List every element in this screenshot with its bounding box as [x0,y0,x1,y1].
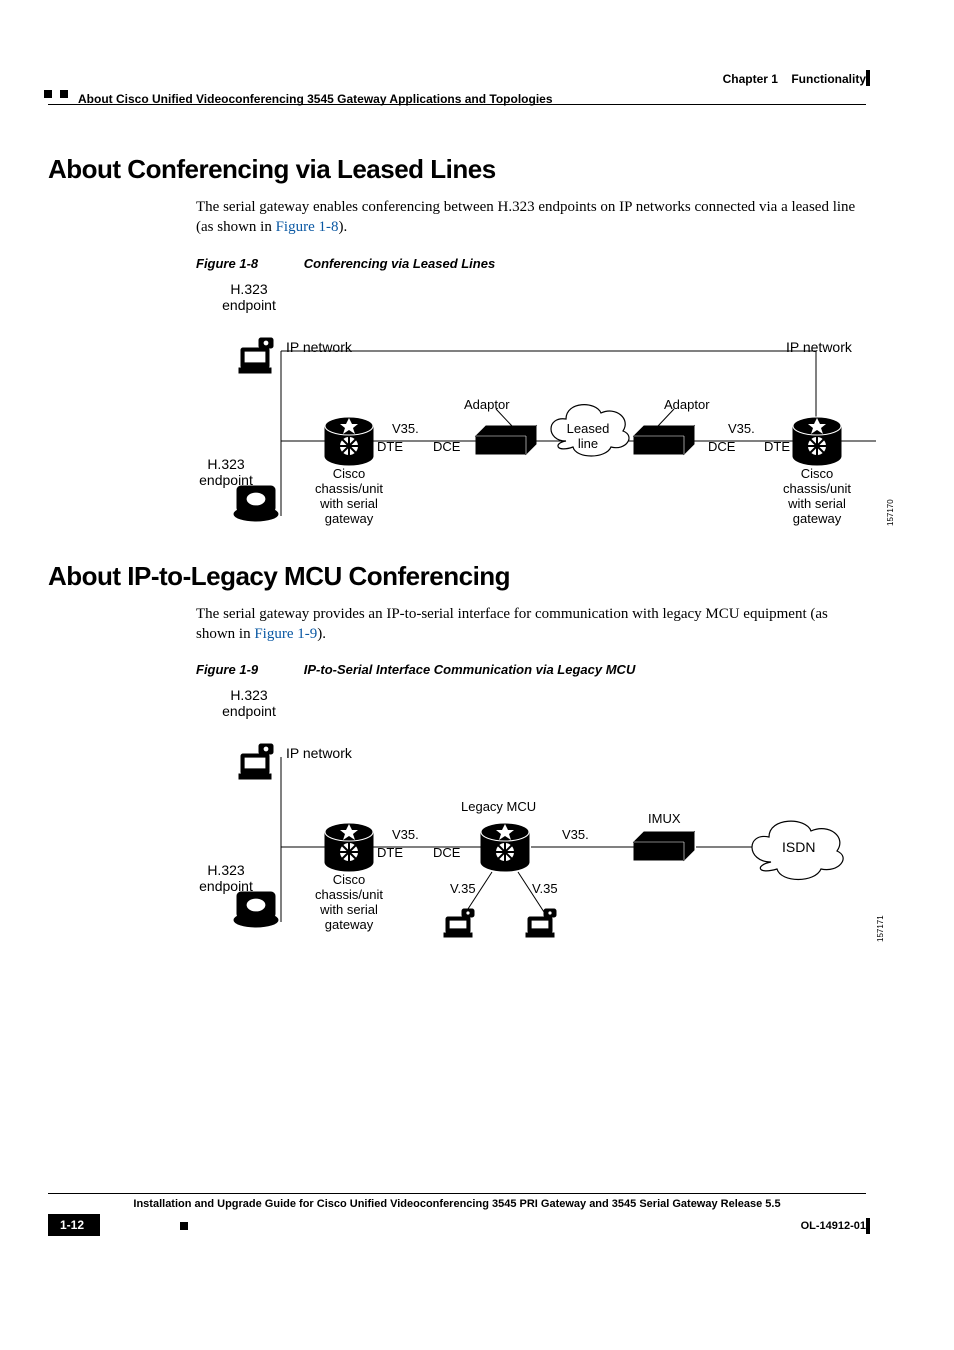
label-adaptor: Adaptor [464,397,510,412]
figure-caption: Figure 1-9 IP-to-Serial Interface Commun… [196,662,866,677]
footer-rule [48,1193,866,1194]
label-isdn: ISDN [782,839,815,855]
label-v35: V35. [392,827,419,842]
label-text: chassis/unit [315,887,383,902]
label-text: gateway [793,511,841,526]
label-text: endpoint [222,703,276,719]
page-number: 1-12 [48,1214,100,1236]
doc-number: OL-14912-01 [801,1220,866,1232]
footer-doc-title: Installation and Upgrade Guide for Cisco… [48,1198,866,1210]
figure-title: IP-to-Serial Interface Communication via… [304,662,636,677]
label-text: line [578,436,598,451]
label-h323: H.323 endpoint [214,281,284,313]
figure-link[interactable]: Figure 1-8 [276,219,339,235]
page-header: Chapter 1 Functionality About Cisco Unif… [48,72,866,102]
label-dte: DTE [377,845,403,860]
label-dte: DTE [377,439,403,454]
label-text: endpoint [199,878,253,894]
label-h323: H.323 endpoint [186,456,266,488]
label-leased-line: Leased line [558,421,618,451]
label-text: Cisco [333,466,366,481]
label-v35: V35. [562,827,589,842]
page-footer: Installation and Upgrade Guide for Cisco… [48,1193,866,1210]
figure-legacy-mcu: H.323 endpoint IP network H.323 endpoint… [196,687,866,947]
label-text: H.323 [230,281,267,297]
label-cisco-gateway: Cisco chassis/unit with serial gateway [294,466,404,526]
label-cisco-gateway: Cisco chassis/unit with serial gateway [762,466,872,526]
label-text: Cisco [333,872,366,887]
figure-link[interactable]: Figure 1-9 [254,626,317,642]
label-ipnetwork: IP network [786,339,852,355]
figure-number: Figure 1-8 [196,256,258,271]
para-text: ). [317,626,326,642]
label-text: with serial [320,902,378,917]
label-v35: V.35 [532,881,558,896]
label-text: with serial [788,496,846,511]
label-text: gateway [325,917,373,932]
label-cisco-gateway: Cisco chassis/unit with serial gateway [294,872,404,932]
label-v35: V35. [728,421,755,436]
figure-title: Conferencing via Leased Lines [304,256,495,271]
label-v35: V35. [392,421,419,436]
figure-leased-lines: H.323 endpoint IP network IP network H.3… [196,281,866,531]
label-text: chassis/unit [783,481,851,496]
label-h323: H.323 endpoint [214,687,284,719]
label-text: with serial [320,496,378,511]
section1-paragraph: The serial gateway enables conferencing … [196,197,856,238]
chapter-number: Chapter 1 [723,72,778,86]
image-number: 157171 [876,915,885,942]
label-text: gateway [325,511,373,526]
label-text: endpoint [199,472,253,488]
header-bar-icon [866,70,870,86]
figure-caption: Figure 1-8 Conferencing via Leased Lines [196,256,866,271]
label-text: endpoint [222,297,276,313]
image-number: 157170 [886,499,895,526]
section-heading-leased-lines: About Conferencing via Leased Lines [48,154,866,185]
footer-bar-icon [866,1218,870,1234]
label-text: Leased [567,421,610,436]
label-adaptor: Adaptor [664,397,710,412]
label-imux: IMUX [648,811,681,826]
label-text: Cisco [801,466,834,481]
chapter-section: Functionality [791,72,866,86]
section-heading-legacy-mcu: About IP-to-Legacy MCU Conferencing [48,561,866,592]
label-dce: DCE [433,845,460,860]
figure-number: Figure 1-9 [196,662,258,677]
label-dce: DCE [708,439,735,454]
footer-bullet-icon [180,1222,188,1230]
label-dte: DTE [764,439,790,454]
label-text: H.323 [230,687,267,703]
label-text: H.323 [207,862,244,878]
label-dce: DCE [433,439,460,454]
label-v35: V.35 [450,881,476,896]
label-h323: H.323 endpoint [186,862,266,894]
section2-paragraph: The serial gateway provides an IP-to-ser… [196,604,856,645]
label-text: chassis/unit [315,481,383,496]
chapter-label: Chapter 1 Functionality [723,72,866,86]
header-bullet-icon [44,90,52,98]
label-ipnetwork: IP network [286,339,352,355]
header-bullet-icon [60,90,68,98]
label-ipnetwork: IP network [286,745,352,761]
header-rule [48,104,866,105]
para-text: ). [339,219,348,235]
label-legacy-mcu: Legacy MCU [461,799,536,814]
label-text: H.323 [207,456,244,472]
